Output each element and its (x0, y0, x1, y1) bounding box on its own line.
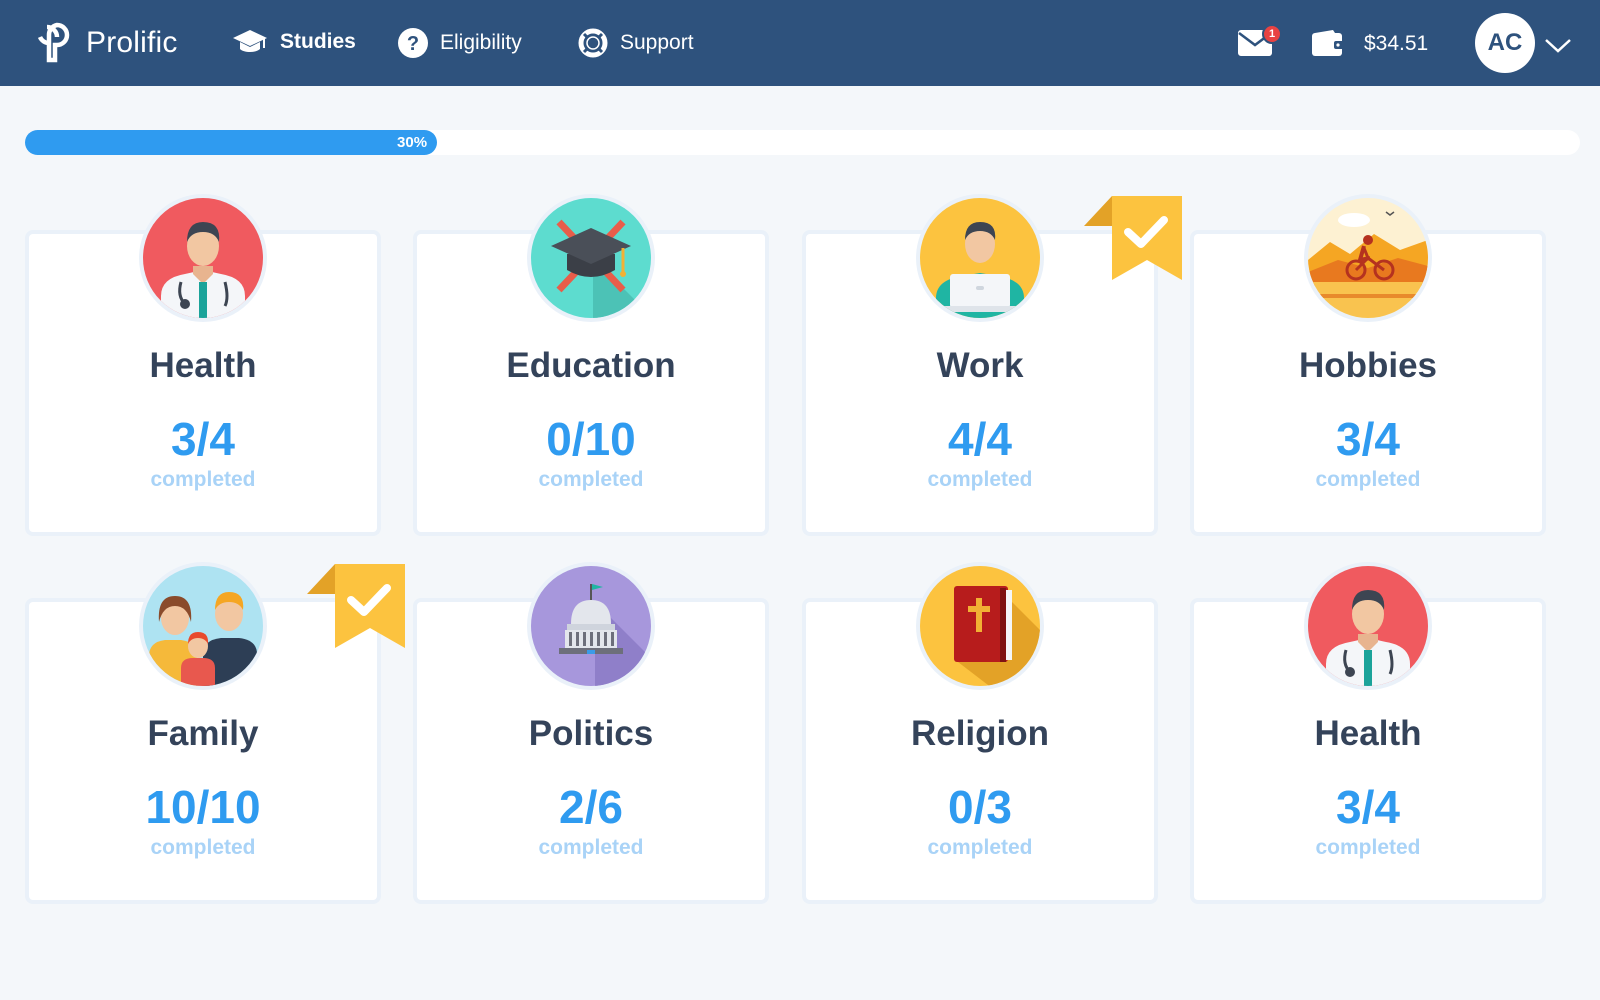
category-progress-count: 3/4 (1336, 413, 1400, 465)
category-icon-frame (527, 562, 655, 690)
nav-support[interactable]: Support (578, 28, 694, 58)
chevron-down-icon (1545, 39, 1571, 53)
category-progress-count: 0/10 (546, 413, 636, 465)
wallet-icon (1312, 30, 1344, 56)
wallet-button[interactable] (1312, 30, 1344, 61)
category-title: Family (147, 714, 259, 753)
cyclist-icon (1308, 198, 1428, 318)
graduation-cap-icon (232, 28, 268, 56)
completed-label: completed (150, 836, 256, 859)
completed-label: completed (927, 836, 1033, 859)
category-progress-count: 2/6 (559, 781, 623, 833)
mortarboard-icon (531, 198, 651, 318)
checkmark-icon (307, 564, 405, 648)
nav-studies-label: Studies (280, 30, 356, 53)
category-icon-frame (916, 194, 1044, 322)
category-title: Education (506, 346, 676, 385)
doctor-icon (1308, 566, 1428, 686)
category-progress-count: 4/4 (948, 413, 1012, 465)
question-circle-icon: ? (398, 28, 428, 58)
checkmark-icon (1084, 196, 1182, 280)
family-icon (143, 566, 263, 686)
category-card-family[interactable]: Family 10/10 completed (25, 562, 405, 904)
category-icon-frame (916, 562, 1044, 690)
category-progress-count: 10/10 (145, 781, 261, 833)
category-icon-frame (139, 194, 267, 322)
category-title: Health (1314, 714, 1422, 753)
completed-ribbon (307, 564, 405, 655)
category-title: Work (936, 346, 1024, 385)
completed-label: completed (927, 468, 1033, 491)
category-title: Politics (528, 714, 654, 753)
progress-percent-label: 30% (397, 134, 428, 151)
completed-label: completed (538, 836, 644, 859)
category-card-health[interactable]: Health 3/4 completed (1190, 562, 1546, 904)
category-title: Health (149, 346, 257, 385)
prolific-logo[interactable]: Prolific (36, 22, 178, 64)
category-icon-frame (1304, 194, 1432, 322)
nav-studies[interactable]: Studies (232, 28, 356, 56)
brand-name: Prolific (86, 26, 178, 59)
category-icon-frame (1304, 562, 1432, 690)
user-avatar[interactable]: AC (1475, 13, 1535, 73)
nav-eligibility[interactable]: ? Eligibility (398, 28, 522, 58)
account-menu-toggle[interactable] (1544, 38, 1572, 59)
completed-label: completed (538, 468, 644, 491)
category-card-religion[interactable]: Religion 0/3 completed (802, 562, 1158, 904)
messages-button[interactable]: 1 (1238, 24, 1282, 61)
profile-progress-bar: 30% (25, 130, 1580, 155)
category-progress-count: 0/3 (948, 781, 1012, 833)
lifebuoy-icon (578, 28, 608, 58)
svg-text:?: ? (407, 33, 419, 55)
category-icon-frame (527, 194, 655, 322)
completed-label: completed (1315, 468, 1421, 491)
top-navigation-bar: Prolific Studies ? Eligibility Support 1… (0, 0, 1600, 86)
bible-icon (920, 566, 1040, 686)
category-title: Religion (910, 714, 1050, 753)
account-balance: $34.51 (1364, 32, 1429, 55)
completed-label: completed (1315, 836, 1421, 859)
category-title: Hobbies (1298, 346, 1438, 385)
category-card-hobbies[interactable]: Hobbies 3/4 completed (1190, 194, 1546, 536)
completed-ribbon (1084, 196, 1182, 287)
category-progress-count: 3/4 (1336, 781, 1400, 833)
doctor-icon (143, 198, 263, 318)
capitol-icon (531, 566, 651, 686)
avatar-initials: AC (1487, 29, 1523, 56)
category-card-education[interactable]: Education 0/10 completed (413, 194, 769, 536)
category-card-health[interactable]: Health 3/4 completed (25, 194, 381, 536)
completed-label: completed (150, 468, 256, 491)
category-icon-frame (139, 562, 267, 690)
profile-progress-fill: 30% (25, 130, 438, 155)
office-worker-icon (920, 198, 1040, 318)
nav-support-label: Support (620, 31, 694, 54)
category-card-politics[interactable]: Politics 2/6 completed (413, 562, 769, 904)
nav-eligibility-label: Eligibility (440, 31, 522, 54)
category-card-work[interactable]: Work 4/4 completed (802, 194, 1182, 536)
unread-count-badge: 1 (1262, 24, 1282, 44)
category-progress-count: 3/4 (171, 413, 235, 465)
prolific-logo-icon (37, 22, 70, 63)
